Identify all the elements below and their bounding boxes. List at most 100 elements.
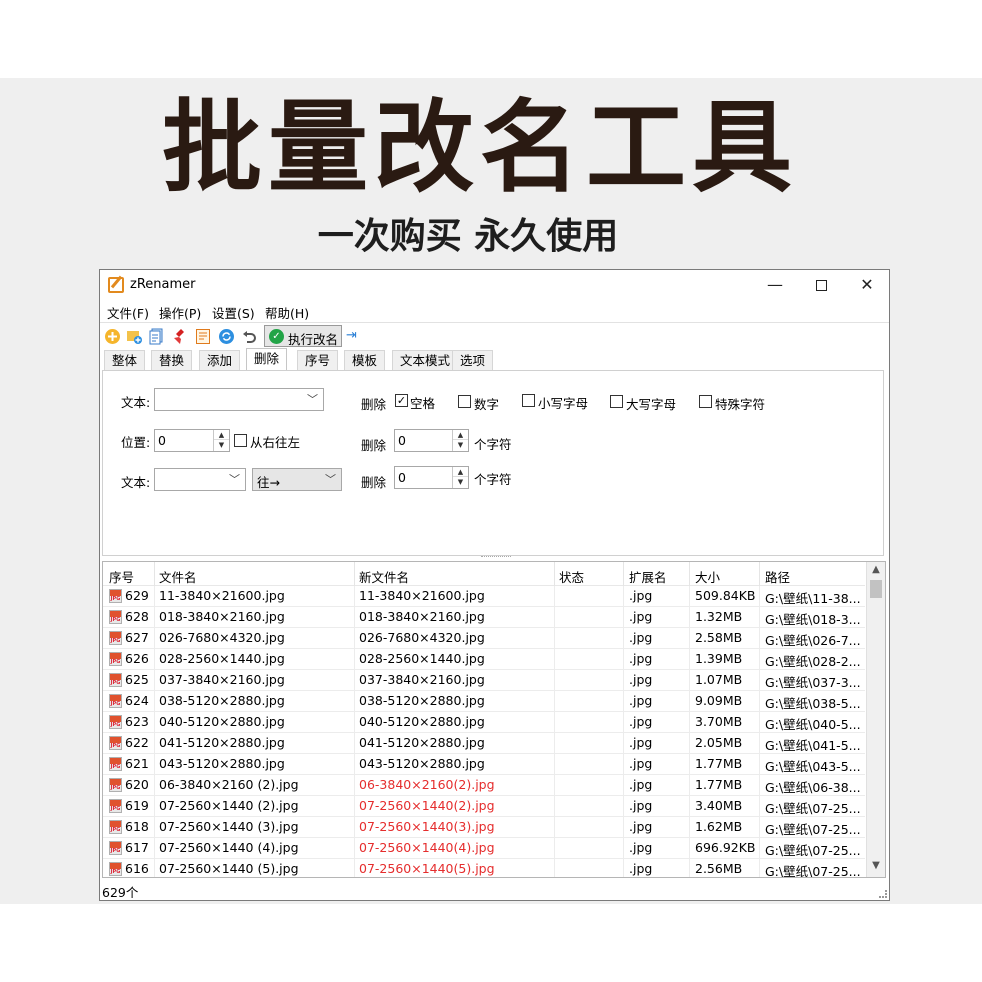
column-extension[interactable]: 扩展名 <box>629 567 667 586</box>
uppercase-checkbox[interactable] <box>610 395 623 408</box>
table-row[interactable]: 620 06-3840×2160 (2).jpg 06-3840×2160(2).j… <box>103 775 865 796</box>
cell-divider <box>154 733 155 754</box>
cell-divider <box>759 838 760 859</box>
special-chars-checkbox[interactable] <box>699 395 712 408</box>
cell-divider <box>154 796 155 817</box>
cell-divider <box>689 859 690 877</box>
column-divider <box>759 562 760 586</box>
lowercase-label: 小写字母 <box>538 396 589 411</box>
table-row[interactable]: 619 07-2560×1440 (2).jpg 07-2560×1440(2).j… <box>103 796 865 817</box>
scroll-down-icon[interactable]: ▼ <box>867 860 885 871</box>
cell-filename: 028-2560×1440.jpg <box>159 651 285 666</box>
refresh-icon[interactable] <box>218 328 235 345</box>
delete-count-spinner-1[interactable]: 0 ▲ ▼ <box>394 429 469 452</box>
table-row[interactable]: 627 026-7680×4320.jpg 026-7680×4320.jpg .jp… <box>103 628 865 649</box>
table-row[interactable]: 625 037-3840×2160.jpg 037-3840×2160.jpg .jp… <box>103 670 865 691</box>
pin-icon[interactable]: ⇥ <box>346 328 357 343</box>
maximize-icon <box>815 280 827 291</box>
delete-count-spinner-2[interactable]: 0 ▲ ▼ <box>394 466 469 489</box>
menu-help[interactable]: 帮助(H) <box>265 303 309 322</box>
cell-filename: 07-2560×1440 (3).jpg <box>159 819 299 834</box>
table-row[interactable]: 621 043-5120×2880.jpg 043-5120×2880.jpg .jp… <box>103 754 865 775</box>
spinner-buttons: ▲ ▼ <box>452 467 468 488</box>
copy-list-icon[interactable] <box>148 328 165 345</box>
cell-filename: 07-2560×1440 (2).jpg <box>159 798 299 813</box>
tab-text-mode[interactable]: 文本模式 <box>392 350 459 370</box>
table-row[interactable]: 629 11-3840×21600.jpg 11-3840×21600.jpg .jp… <box>103 586 865 607</box>
cell-extension: .jpg <box>629 693 653 708</box>
cell-path: G:\壁纸\028-2... <box>765 654 861 669</box>
cell-path: G:\壁纸\043-5... <box>765 759 861 774</box>
add-folder-icon[interactable] <box>126 328 143 345</box>
spin-down-icon[interactable]: ▼ <box>453 477 468 487</box>
splitter-grip[interactable] <box>481 556 511 559</box>
cell-divider <box>623 670 624 691</box>
cell-divider <box>689 838 690 859</box>
space-checkbox[interactable]: ✓ <box>395 394 408 407</box>
tab-bar: 整体 替换 添加 删除 序号 模板 文本模式 选项 <box>102 348 888 371</box>
column-path[interactable]: 路径 <box>765 567 790 586</box>
cell-path: G:\壁纸\07-25... <box>765 864 861 878</box>
spin-up-icon[interactable]: ▲ <box>453 467 468 477</box>
tab-options[interactable]: 选项 <box>452 350 494 370</box>
scroll-up-icon[interactable]: ▲ <box>867 564 885 575</box>
cell-divider <box>623 586 624 607</box>
table-row[interactable]: 624 038-5120×2880.jpg 038-5120×2880.jpg .jp… <box>103 691 865 712</box>
column-new-filename[interactable]: 新文件名 <box>359 567 409 586</box>
spin-down-icon[interactable]: ▼ <box>214 440 229 450</box>
title-bar: zRenamer — ✕ <box>100 270 889 300</box>
tab-add[interactable]: 添加 <box>199 350 241 370</box>
column-size[interactable]: 大小 <box>695 567 720 586</box>
menu-operation[interactable]: 操作(P) <box>159 303 201 322</box>
text-combo[interactable]: ﹀ <box>154 388 324 411</box>
tab-sequence[interactable]: 序号 <box>297 350 339 370</box>
cell-size: 509.84KB <box>695 588 755 603</box>
cell-new-filename: 07-2560×1440(4).jpg <box>359 840 495 855</box>
menu-settings[interactable]: 设置(S) <box>212 303 255 322</box>
edit-list-icon[interactable] <box>195 328 212 345</box>
clear-list-icon[interactable] <box>172 328 189 345</box>
tab-replace[interactable]: 替换 <box>151 350 193 370</box>
add-file-icon[interactable] <box>104 328 121 345</box>
table-row[interactable]: 628 018-3840×2160.jpg 018-3840×2160.jpg .jp… <box>103 607 865 628</box>
cell-divider <box>354 796 355 817</box>
table-row[interactable]: 618 07-2560×1440 (3).jpg 07-2560×1440(3).j… <box>103 817 865 838</box>
spin-up-icon[interactable]: ▲ <box>453 430 468 440</box>
scrollbar-thumb[interactable] <box>870 580 882 598</box>
lowercase-checkbox[interactable] <box>522 394 535 407</box>
maximize-button[interactable] <box>798 270 844 300</box>
cell-index: 621 <box>125 756 149 771</box>
cell-divider <box>354 733 355 754</box>
table-row[interactable]: 622 041-5120×2880.jpg 041-5120×2880.jpg .jp… <box>103 733 865 754</box>
text-label-2: 文本: <box>121 475 151 490</box>
column-status[interactable]: 状态 <box>559 567 584 586</box>
vertical-scrollbar[interactable]: ▲ ▼ <box>866 562 885 877</box>
digits-checkbox[interactable] <box>458 395 471 408</box>
direction-select[interactable]: 往→ ﹀ <box>252 468 342 491</box>
column-filename[interactable]: 文件名 <box>159 567 197 586</box>
resize-grip-icon[interactable] <box>879 890 887 898</box>
text-combo-2[interactable]: ﹀ <box>154 468 246 491</box>
undo-icon[interactable] <box>241 328 258 345</box>
close-button[interactable]: ✕ <box>844 270 890 300</box>
cell-extension: .jpg <box>629 798 653 813</box>
column-divider <box>154 562 155 586</box>
menu-bar: 文件(F) 操作(P) 设置(S) 帮助(H) <box>100 300 889 322</box>
execute-rename-button[interactable]: ✓ 执行改名 <box>264 325 342 347</box>
cell-index: 619 <box>125 798 149 813</box>
digits-label: 数字 <box>474 397 500 412</box>
table-row[interactable]: 623 040-5120×2880.jpg 040-5120×2880.jpg .jp… <box>103 712 865 733</box>
right-to-left-checkbox[interactable] <box>234 434 247 447</box>
position-spinner[interactable]: 0 ▲ ▼ <box>154 429 230 452</box>
spin-up-icon[interactable]: ▲ <box>214 430 229 440</box>
tab-template[interactable]: 模板 <box>344 350 386 370</box>
column-index[interactable]: 序号 <box>109 567 134 586</box>
table-row[interactable]: 626 028-2560×1440.jpg 028-2560×1440.jpg .jp… <box>103 649 865 670</box>
spin-down-icon[interactable]: ▼ <box>453 440 468 450</box>
table-row[interactable]: 617 07-2560×1440 (4).jpg 07-2560×1440(4).j… <box>103 838 865 859</box>
minimize-button[interactable]: — <box>752 270 798 300</box>
tab-overall[interactable]: 整体 <box>104 350 146 370</box>
table-row[interactable]: 616 07-2560×1440 (5).jpg 07-2560×1440(5).j… <box>103 859 865 878</box>
menu-file[interactable]: 文件(F) <box>107 303 149 322</box>
tab-delete[interactable]: 删除 <box>246 348 288 371</box>
